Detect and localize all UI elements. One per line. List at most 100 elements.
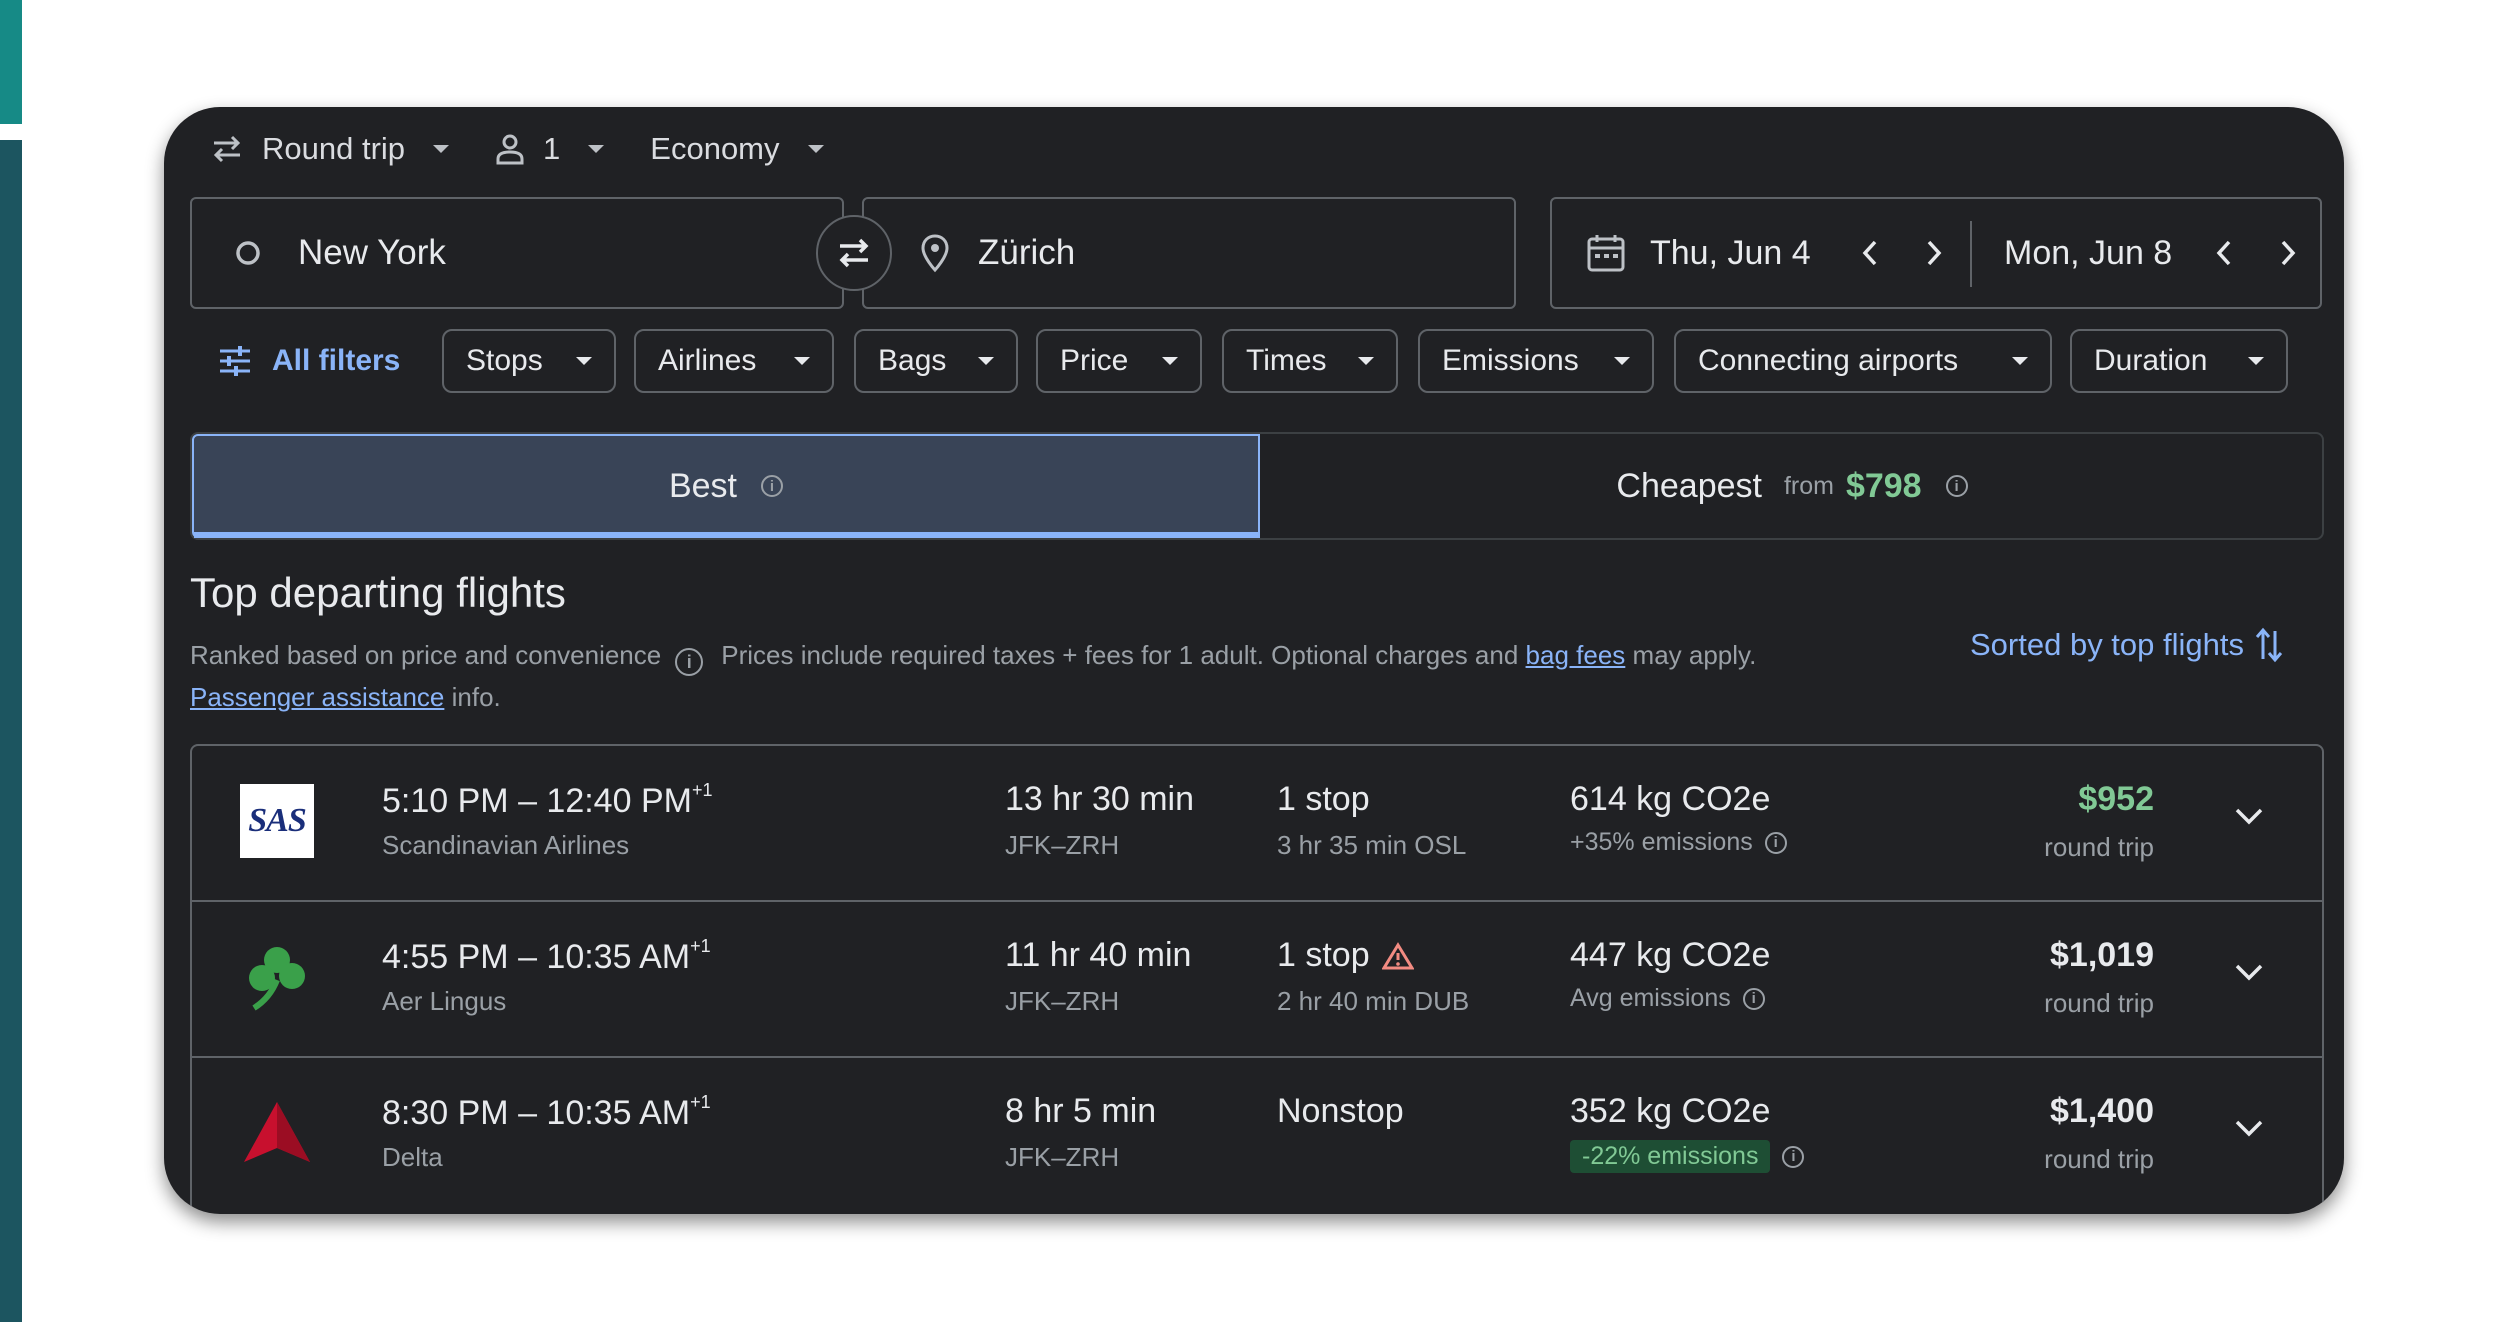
chevron-down-icon [978,357,994,365]
page-accent-bar [0,0,22,124]
destination-field[interactable]: Zürich [862,197,1516,309]
filter-stops[interactable]: Stops [442,329,616,393]
chevron-down-icon [2012,357,2028,365]
all-filters-label: All filters [272,344,401,377]
prices-note: Prices include required taxes + fees for… [721,640,1519,670]
info-icon[interactable]: i [1782,1145,1805,1168]
all-filters-button[interactable]: All filters [190,329,400,393]
tune-icon [220,346,250,376]
swap-arrows-icon [839,238,869,268]
trip-type-select[interactable]: Round trip [210,131,450,167]
chevron-left-icon[interactable] [1860,237,1880,269]
chevron-right-icon[interactable] [1924,237,1944,269]
filter-duration[interactable]: Duration [2070,329,2288,393]
section-description: Ranked based on price and convenience i Pr… [190,634,1950,718]
tab-cheapest[interactable]: Cheapest from $798 i [1260,434,2324,538]
person-icon [496,134,524,165]
bag-fees-link[interactable]: bag fees [1526,640,1626,670]
info-icon[interactable]: i [1945,475,1968,497]
cabin-class-select[interactable]: Economy [650,131,824,167]
warning-icon[interactable] [1381,941,1414,970]
filter-airlines[interactable]: Airlines [634,329,834,393]
flight-route: JFK–ZRH [1005,1142,1120,1172]
sas-logo: SAS [240,784,314,858]
flight-emissions: 352 kg CO2e [1570,1092,1771,1130]
tab-cheapest-price: $798 [1845,466,1922,505]
filter-bags[interactable]: Bags [854,329,1018,393]
swap-locations-button[interactable] [816,215,892,291]
section-title: Top departing flights [190,569,566,616]
filter-emissions[interactable]: Emissions [1418,329,1654,393]
may-apply-text: may apply. [1632,640,1757,670]
sort-order-button[interactable]: Sorted by top flights [1970,625,2284,665]
origin-circle-icon [236,241,260,265]
depart-date-value[interactable]: Thu, Jun 4 [1650,234,1811,273]
info-icon[interactable]: i [1742,987,1765,1010]
date-divider [1970,221,1972,287]
flight-times-value: 4:55 PM – 10:35 AM [382,938,691,976]
flight-row[interactable]: 8:30 PM – 10:35 AM+1 Delta 8 hr 5 min JF… [192,1058,2322,1214]
info-icon[interactable]: i [761,475,784,497]
emissions-badge: -22% emissions [1570,1140,1771,1173]
return-date-value[interactable]: Mon, Jun 8 [2004,234,2172,273]
shamrock-logo [240,940,314,1014]
sort-order-label: Sorted by top flights [1970,627,2244,662]
filter-price[interactable]: Price [1036,329,1202,393]
page-side-bar [0,140,22,1322]
flight-row[interactable]: SAS 5:10 PM – 12:40 PM+1 Scandinavian Ai… [192,746,2322,902]
day-offset: +1 [691,780,713,800]
origin-value: New York [298,233,446,272]
chevron-down-icon[interactable] [2232,804,2266,828]
flights-search-card: Round trip 1 Economy New York Zürich Thu… [164,107,2344,1214]
airline-name: Delta [382,1142,443,1172]
filter-label: Airlines [658,344,757,377]
flight-duration: 11 hr 40 min [1005,936,1192,974]
emissions-note: Avg emissions [1570,984,1731,1012]
chevron-down-icon [588,145,605,153]
origin-field[interactable]: New York [190,197,844,309]
filter-label: Emissions [1442,344,1579,377]
passengers-count: 1 [543,131,561,166]
destination-value: Zürich [978,233,1076,272]
flight-price: $952 [2078,780,2154,818]
flight-stops: 1 stop [1277,936,1370,974]
passenger-assistance-link[interactable]: Passenger assistance [190,682,444,712]
tab-cheapest-from: from [1783,471,1834,500]
flight-duration: 8 hr 5 min [1005,1092,1157,1130]
chevron-down-icon [576,357,592,365]
date-range-field[interactable]: Thu, Jun 4 Mon, Jun 8 [1550,197,2322,309]
stop-detail: 3 hr 35 min OSL [1277,830,1467,860]
filter-label: Bags [878,344,947,377]
chevron-down-icon[interactable] [2232,960,2266,984]
emissions-note: +35% emissions [1570,828,1753,856]
tab-cheapest-label: Cheapest [1616,466,1762,505]
delta-logo [240,1096,314,1170]
day-offset: +1 [690,936,711,956]
chevron-down-icon [2248,357,2264,365]
tab-best[interactable]: Best i [192,434,1260,538]
flight-route: JFK–ZRH [1005,986,1120,1016]
flight-times: 4:55 PM – 10:35 AM+1 [382,936,711,977]
filter-label: Price [1060,344,1129,377]
flight-price: $1,019 [2050,936,2154,974]
chevron-down-icon [433,145,450,153]
filter-connecting-airports[interactable]: Connecting airports [1674,329,2052,393]
chevron-left-icon[interactable] [2214,237,2234,269]
flight-stops: Nonstop [1277,1092,1404,1130]
info-suffix-text: info. [451,682,501,712]
flight-times-value: 8:30 PM – 10:35 AM [382,1094,691,1132]
filter-times[interactable]: Times [1222,329,1398,393]
chevron-down-icon[interactable] [2232,1116,2266,1140]
chevron-right-icon[interactable] [2278,237,2298,269]
info-icon[interactable]: i [675,648,704,676]
filter-label: Duration [2094,344,2208,377]
passengers-select[interactable]: 1 [495,131,605,167]
chevron-down-icon [807,145,824,153]
filter-label: Stops [466,344,543,377]
info-icon[interactable]: i [1764,831,1787,854]
flight-emissions: 447 kg CO2e [1570,936,1771,974]
ranked-note: Ranked based on price and convenience [190,640,662,670]
filter-label: Times [1246,344,1327,377]
emissions-note-wrap: -22% emissions i [1570,1140,1805,1173]
flight-row[interactable]: 4:55 PM – 10:35 AM+1 Aer Lingus 11 hr 40… [192,902,2322,1058]
